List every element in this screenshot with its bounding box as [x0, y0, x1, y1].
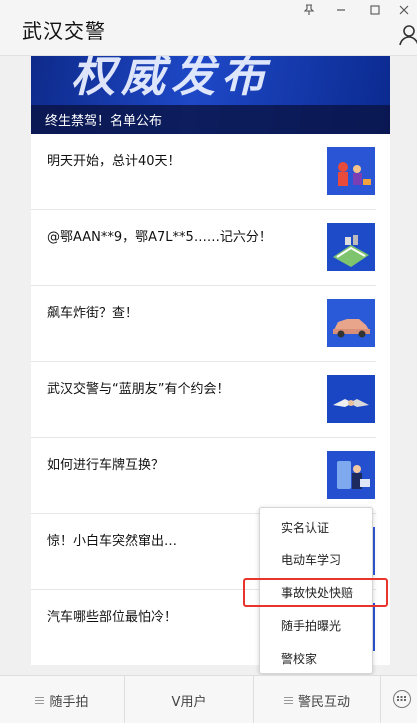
keyboard-icon[interactable]: [393, 690, 411, 708]
news-thumbnail: [327, 375, 375, 423]
divider: [380, 676, 381, 723]
tab-label: 随手拍: [49, 694, 89, 710]
news-thumbnail: [327, 299, 375, 347]
bottom-menu-bar: 随手拍 V用户 警民互动: [0, 675, 417, 723]
news-thumbnail: [327, 223, 375, 271]
news-item[interactable]: 如何进行车牌互换？: [31, 438, 376, 514]
news-title: 飙车炸街？查！: [47, 306, 139, 321]
menu-lines-icon: [35, 696, 45, 704]
news-title: 武汉交警与“蓝朋友”有个约会！: [47, 382, 230, 397]
tab-label: 警民互动: [297, 694, 350, 710]
news-title: 明天开始，总计40天！: [47, 154, 181, 169]
tab-label: V用户: [171, 694, 207, 710]
news-item[interactable]: 武汉交警与“蓝朋友”有个约会！: [31, 362, 376, 438]
banner-caption: 终生禁驾！名单公布: [45, 114, 163, 129]
banner-caption-bar: 终生禁驾！名单公布: [31, 105, 390, 134]
news-thumbnail: [327, 147, 375, 195]
maximize-icon[interactable]: [364, 1, 386, 19]
menu-item-ebike-study[interactable]: 电动车学习: [260, 544, 372, 576]
menu-item-accident-quick[interactable]: 事故快处快赔: [260, 577, 372, 609]
news-title: 如何进行车牌互换？: [47, 458, 165, 473]
news-item[interactable]: 明天开始，总计40天！: [31, 134, 376, 210]
title-bar: 武汉交警: [0, 0, 417, 56]
pin-icon[interactable]: [298, 1, 320, 19]
app-title: 武汉交警: [22, 19, 106, 43]
news-item[interactable]: @鄂AAN**9，鄂A7L**5……记六分！: [31, 210, 376, 286]
news-title: 惊！小白车突然窜出…: [47, 534, 178, 549]
news-title: 汽车哪些部位最怕冷！: [47, 610, 178, 625]
menu-item-photo-report[interactable]: 随手拍曝光: [260, 610, 372, 642]
interaction-popup-menu: 实名认证 电动车学习 事故快处快赔 随手拍曝光 警校家: [259, 507, 373, 674]
minimize-icon[interactable]: [330, 1, 352, 19]
menu-item-real-name[interactable]: 实名认证: [260, 512, 372, 544]
menu-item-police-school[interactable]: 警校家: [260, 643, 372, 675]
tab-v-user[interactable]: V用户: [125, 676, 253, 723]
banner-headline: 权威发布: [71, 56, 271, 102]
tab-police-interaction[interactable]: 警民互动: [254, 676, 380, 723]
profile-icon[interactable]: [397, 24, 417, 46]
tab-photo-report[interactable]: 随手拍: [0, 676, 124, 723]
banner[interactable]: 权威发布 终生禁驾！名单公布: [31, 56, 390, 134]
news-thumbnail: [327, 451, 375, 499]
menu-lines-icon: [283, 696, 293, 704]
news-item[interactable]: 飙车炸街？查！: [31, 286, 376, 362]
news-title: @鄂AAN**9，鄂A7L**5……记六分！: [47, 230, 272, 245]
close-icon[interactable]: [393, 1, 415, 19]
